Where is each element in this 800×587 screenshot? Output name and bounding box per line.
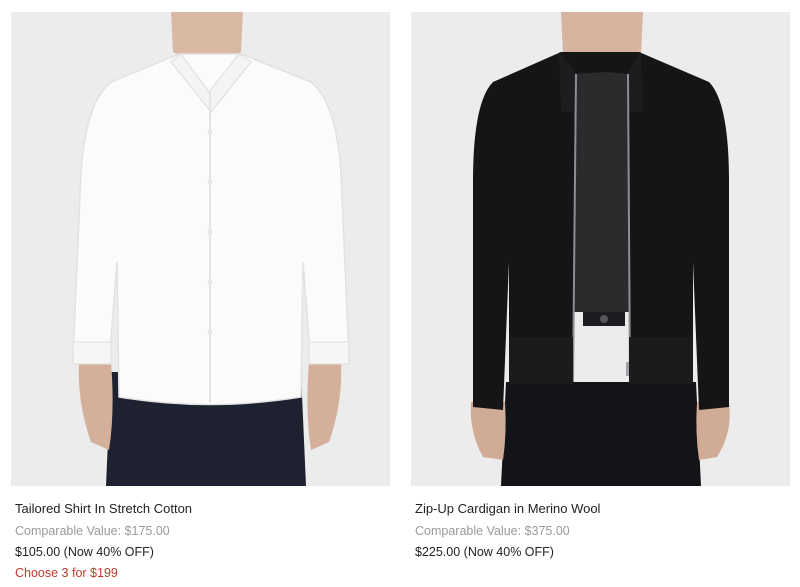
- sale-price: $105.00 (Now 40% OFF): [15, 545, 154, 559]
- product-card-shirt[interactable]: Tailored Shirt In Stretch Cotton Compara…: [11, 12, 390, 581]
- product-image-shirt[interactable]: [11, 12, 390, 486]
- product-image-cardigan[interactable]: [411, 12, 790, 486]
- promo-link[interactable]: Choose 3 for $199: [15, 565, 386, 581]
- product-name[interactable]: Zip-Up Cardigan in Merino Wool: [415, 501, 786, 517]
- black-cardigan-photo-icon: [411, 12, 790, 486]
- product-name[interactable]: Tailored Shirt In Stretch Cotton: [15, 501, 386, 517]
- product-card-cardigan[interactable]: Zip-Up Cardigan in Merino Wool Comparabl…: [411, 12, 790, 560]
- comparable-value: Comparable Value: $175.00: [15, 524, 170, 538]
- comparable-value: Comparable Value: $375.00: [415, 524, 570, 538]
- white-shirt-photo-icon: [11, 12, 390, 486]
- sale-price: $225.00 (Now 40% OFF): [415, 545, 554, 559]
